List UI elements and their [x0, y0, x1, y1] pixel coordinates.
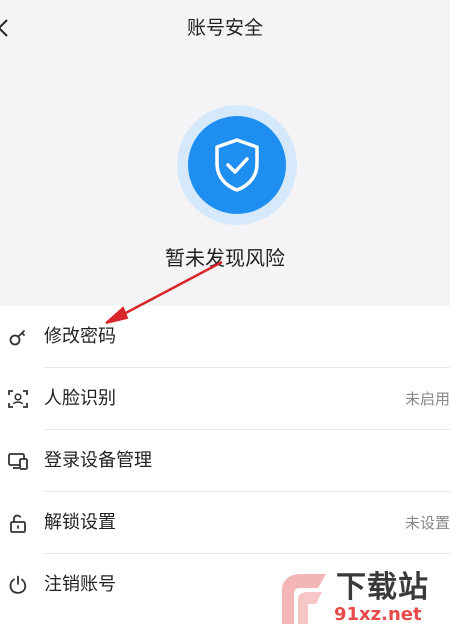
shield-badge: [188, 116, 286, 214]
list-item-change-password[interactable]: 修改密码: [0, 306, 450, 368]
list-item-device-management[interactable]: 登录设备管理: [0, 430, 450, 492]
account-security-page: 账号安全 暂未发现风险 修改密码 人脸识别 未启用 登录设备管理 解锁设置 未设…: [0, 0, 450, 632]
list-item-label: 注销账号: [44, 574, 116, 595]
list-item-label: 人脸识别: [44, 388, 116, 409]
security-hero: 账号安全 暂未发现风险: [0, 0, 450, 306]
watermark-brand: 下载站: [336, 570, 429, 605]
shield-check-icon: [215, 138, 259, 192]
list-item-label: 登录设备管理: [44, 450, 152, 471]
unlock-icon: [6, 511, 30, 535]
list-item-label: 修改密码: [44, 326, 116, 347]
list-item-status: 未设置: [404, 514, 450, 532]
site-watermark: 下载站 91xz.net: [274, 570, 446, 630]
watermark-logo-icon: [282, 574, 326, 624]
list-item-label: 解锁设置: [44, 512, 116, 533]
key-icon: [6, 325, 30, 349]
list-item-unlock-settings[interactable]: 解锁设置 未设置: [0, 492, 450, 554]
list-item-status: 未启用: [404, 390, 450, 408]
face-scan-icon: [6, 387, 30, 411]
power-icon: [6, 573, 30, 597]
watermark-domain: 91xz.net: [334, 604, 422, 625]
devices-icon: [6, 449, 30, 473]
security-status-text: 暂未发现风险: [165, 246, 285, 270]
shield-halo: [177, 105, 297, 225]
list-item-face-recognition[interactable]: 人脸识别 未启用: [0, 368, 450, 430]
page-title: 账号安全: [186, 17, 263, 39]
